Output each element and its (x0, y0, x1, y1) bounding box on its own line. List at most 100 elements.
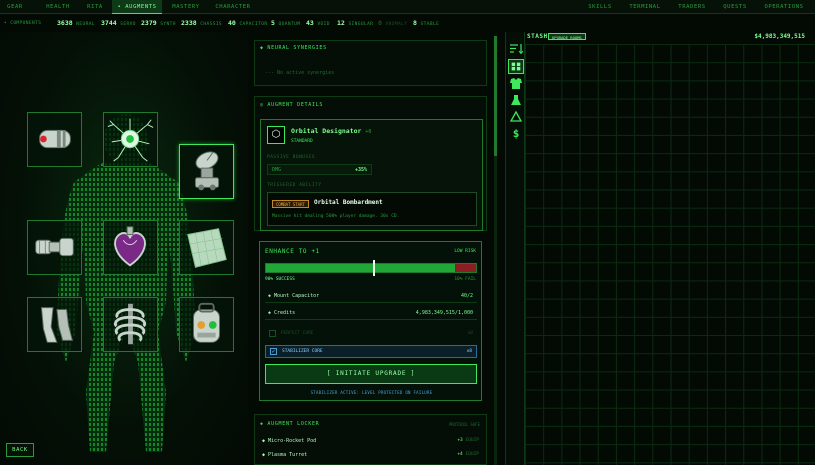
locker-item-level: +4 EQUIP (457, 452, 479, 457)
risk-label: LOW RISK (454, 249, 476, 254)
locker-item-level: +3 EQUIP (457, 438, 479, 443)
flask-icon[interactable] (508, 93, 524, 108)
requirement-capacitor: ◈ Mount Capacitor 40/2 (265, 291, 477, 303)
top-nav: GEAR HEALTH RITA • AUGMENTS MASTERY CHAR… (0, 0, 815, 14)
locker-item[interactable]: ◆ Micro-Rocket Pod +3 EQUIP (260, 436, 483, 447)
success-fill (266, 264, 455, 272)
augment-name: Orbital Designator (291, 127, 362, 135)
tab-augments[interactable]: • AUGMENTS (112, 0, 162, 14)
dollar-icon[interactable]: $ (508, 126, 524, 141)
component-anomaly: 0 ANOMALY (378, 19, 408, 27)
locker-item-name: ◆ Micro-Rocket Pod (262, 438, 317, 444)
satellite-dish-icon (194, 151, 220, 191)
tab-operations[interactable]: OPERATIONS (758, 0, 810, 14)
perfect-core-row[interactable]: PERFECT CORE x0 (265, 328, 477, 340)
req-capacitor-name: ◈ Mount Capacitor (268, 293, 320, 299)
augment-hex-icon: ⬡ (267, 126, 285, 144)
triggered-title: TRIGGERED ABILITY (267, 183, 322, 188)
neuron-icon (107, 118, 154, 162)
middle-scrollbar[interactable] (494, 36, 497, 465)
slot-mesh[interactable] (179, 220, 234, 275)
perfect-core-checkbox[interactable] (269, 330, 276, 337)
tab-skills[interactable]: SKILLS (582, 0, 618, 14)
tab-mastery[interactable]: MASTERY (166, 0, 206, 14)
component-synth: 2379 SYNTH (141, 19, 176, 27)
ability-desc: Massive hit dealing 500% player damage. … (272, 214, 400, 219)
slot-backpack[interactable] (179, 297, 234, 352)
slot-heart[interactable] (103, 220, 158, 275)
component-chassis: 2338 CHASSIS (181, 19, 223, 27)
upgrade-rooms-badge[interactable]: UPGRADE ROOMS (548, 33, 586, 40)
slot-neural-core[interactable] (103, 112, 158, 167)
initiate-upgrade-button[interactable]: [ INITIATE UPGRADE ] (265, 364, 477, 384)
mesh-sheet-icon (187, 228, 227, 268)
stat-name: DMG (272, 167, 282, 173)
neural-synergies-panel: ◆ NEURAL SYNERGIES --- No active synergi… (254, 40, 487, 86)
tab-terminal[interactable]: TERMINAL (624, 0, 666, 14)
stash-toolbar: $ (505, 32, 525, 465)
backpack-icon (193, 302, 220, 343)
req-capacitor-value: 40/2 (460, 293, 473, 299)
augment-details-panel: ◎ AUGMENT DETAILS ⬡ Orbital Designator +… (254, 96, 487, 231)
augment-name-line: Orbital Designator +0 (291, 127, 371, 135)
slot-ribcage[interactable] (103, 297, 158, 352)
stabilizer-label: STABILIZER CORE (282, 349, 323, 354)
tab-rita[interactable]: RITA (80, 0, 110, 14)
tab-gear[interactable]: GEAR (0, 0, 30, 14)
component-capacitor: 40 CAPACITOR (228, 19, 268, 27)
back-button[interactable]: BACK (6, 443, 34, 457)
component-singular: 12 SINGULAR (337, 19, 374, 27)
locker-item-name: ◆ Plasma Turret (262, 452, 308, 458)
slot-capsule[interactable] (27, 112, 82, 167)
perfect-core-count: x0 (467, 331, 473, 336)
armor-icon[interactable] (508, 76, 524, 91)
augment-level: +0 (365, 129, 372, 135)
sort-icon[interactable] (508, 41, 524, 56)
component-quantum: 5 QUANTUM (271, 19, 301, 27)
stash-title: STASH (527, 33, 548, 40)
synergies-title: ◆ NEURAL SYNERGIES (260, 45, 327, 51)
mech-heart-icon (114, 226, 146, 267)
recycle-icon[interactable] (508, 110, 524, 125)
req-credits-value: 4,983,349,515/1,000 (415, 310, 473, 316)
probability-marker (373, 260, 375, 276)
stash-panel: STASH UPGRADE ROOMS $4,983,349,515 (525, 32, 815, 465)
stat-row: DMG +35% (267, 164, 372, 175)
grid-icon[interactable] (508, 59, 524, 74)
tab-health[interactable]: HEALTH (40, 0, 76, 14)
stabilizer-note: STABILIZER ACTIVE: LEVEL PROTECTED ON FA… (310, 390, 433, 395)
req-credits-name: ◈ Credits (268, 310, 296, 316)
locker-item[interactable]: ◆ Plasma Turret +4 EQUIP (260, 450, 483, 461)
tab-quests[interactable]: QUESTS (716, 0, 754, 14)
ability-name: Orbital Bombardment (314, 199, 383, 206)
augment-locker-panel: ◈ AUGMENT LOCKER PROTOCOL SAFE ◆ Micro-R… (254, 414, 487, 465)
stat-value: +35% (354, 167, 367, 173)
component-servo: 3744 SERVO (101, 19, 136, 27)
slot-orbital-designator[interactable] (179, 144, 234, 199)
enhance-panel: ENHANCE TO +1 LOW RISK 90% SUCCESS 10% F… (259, 241, 482, 401)
tab-character[interactable]: CHARACTER (210, 0, 256, 14)
requirement-credits: ◈ Credits 4,983,349,515/1,000 (265, 308, 477, 320)
stash-grid[interactable] (525, 44, 815, 465)
mech-legs-icon (40, 307, 73, 343)
perfect-core-label: PERFECT CORE (281, 331, 314, 336)
stabilizer-checkbox[interactable]: ✓ (270, 348, 277, 355)
stash-credits: $4,983,349,515 (754, 33, 805, 40)
component-neural: 3638 NEURAL (57, 19, 95, 27)
locker-title: ◈ AUGMENT LOCKER (260, 421, 320, 427)
locker-subtitle: PROTOCOL SAFE (448, 422, 480, 427)
slot-legs[interactable] (27, 297, 82, 352)
enhance-title: ENHANCE TO +1 (265, 248, 320, 255)
servo-arm-icon (35, 237, 74, 257)
success-probability-bar (265, 260, 477, 276)
tab-traders[interactable]: TRADERS (672, 0, 712, 14)
component-stable: 8 STABLE (413, 19, 440, 27)
components-label: • COMPONENTS (4, 21, 42, 26)
trigger-badge: COMBAT START (272, 200, 309, 208)
slot-arm[interactable] (27, 220, 82, 275)
fail-label: 10% FAIL (454, 277, 476, 282)
ribcage-icon (113, 303, 147, 345)
stabilizer-core-row[interactable]: ✓ STABILIZER CORE x8 (265, 345, 477, 358)
ability-box: COMBAT START Orbital Bombardment Massive… (267, 192, 477, 226)
augment-card: ⬡ Orbital Designator +0 STANDARD PASSIVE… (260, 119, 483, 231)
